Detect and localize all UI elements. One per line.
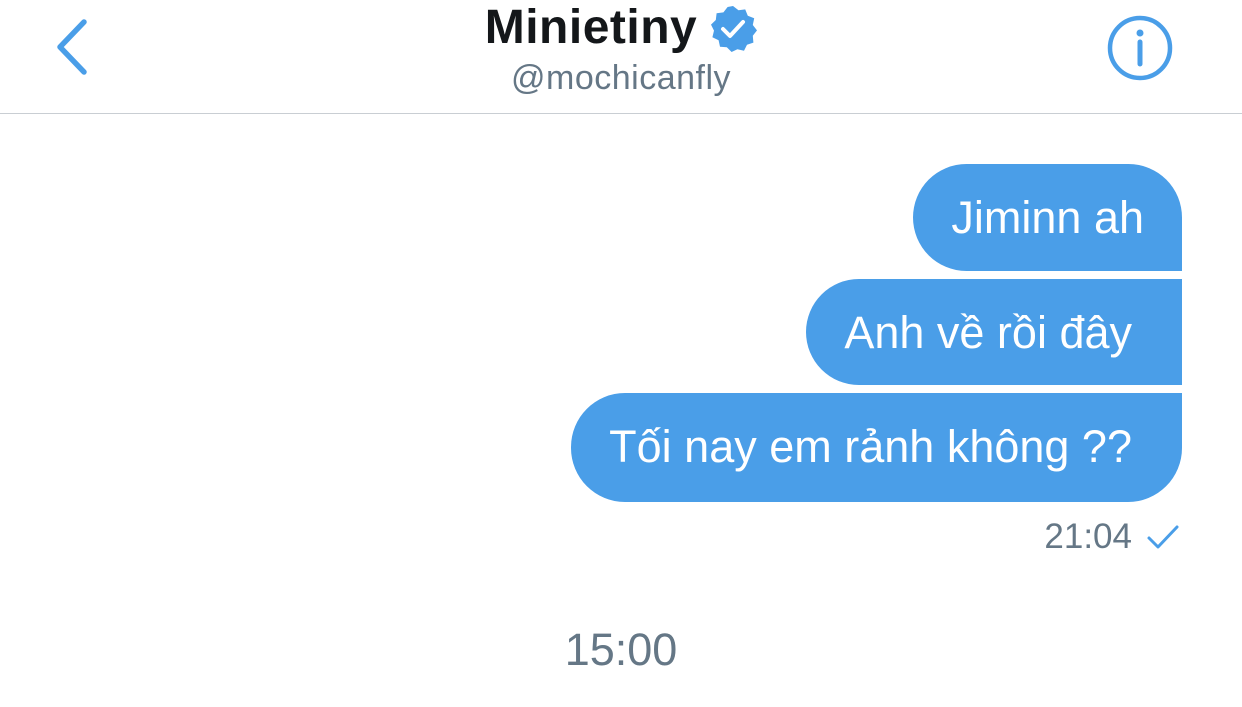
message-bubble[interactable]: Tối nay em rảnh không ?? <box>571 393 1182 502</box>
message-timestamp: 21:04 <box>1044 517 1132 556</box>
message-bubble[interactable]: Jiminn ah <box>913 164 1182 271</box>
time-divider: 15:00 <box>564 624 678 675</box>
conversation-title[interactable]: Minietiny <box>485 2 698 54</box>
info-button[interactable] <box>1104 14 1176 86</box>
message-bubble[interactable]: Anh về rồi đây <box>806 279 1182 385</box>
conversation-handle: @mochicanfly <box>510 59 732 97</box>
verified-badge-icon <box>711 6 758 52</box>
info-icon <box>1107 15 1173 81</box>
message-meta: 21:04 <box>1044 512 1180 562</box>
conversation-header: Minietiny @mochicanfly <box>0 0 1242 114</box>
header-title-row[interactable]: Minietiny <box>0 0 1242 56</box>
checkmark-icon <box>1147 525 1179 549</box>
